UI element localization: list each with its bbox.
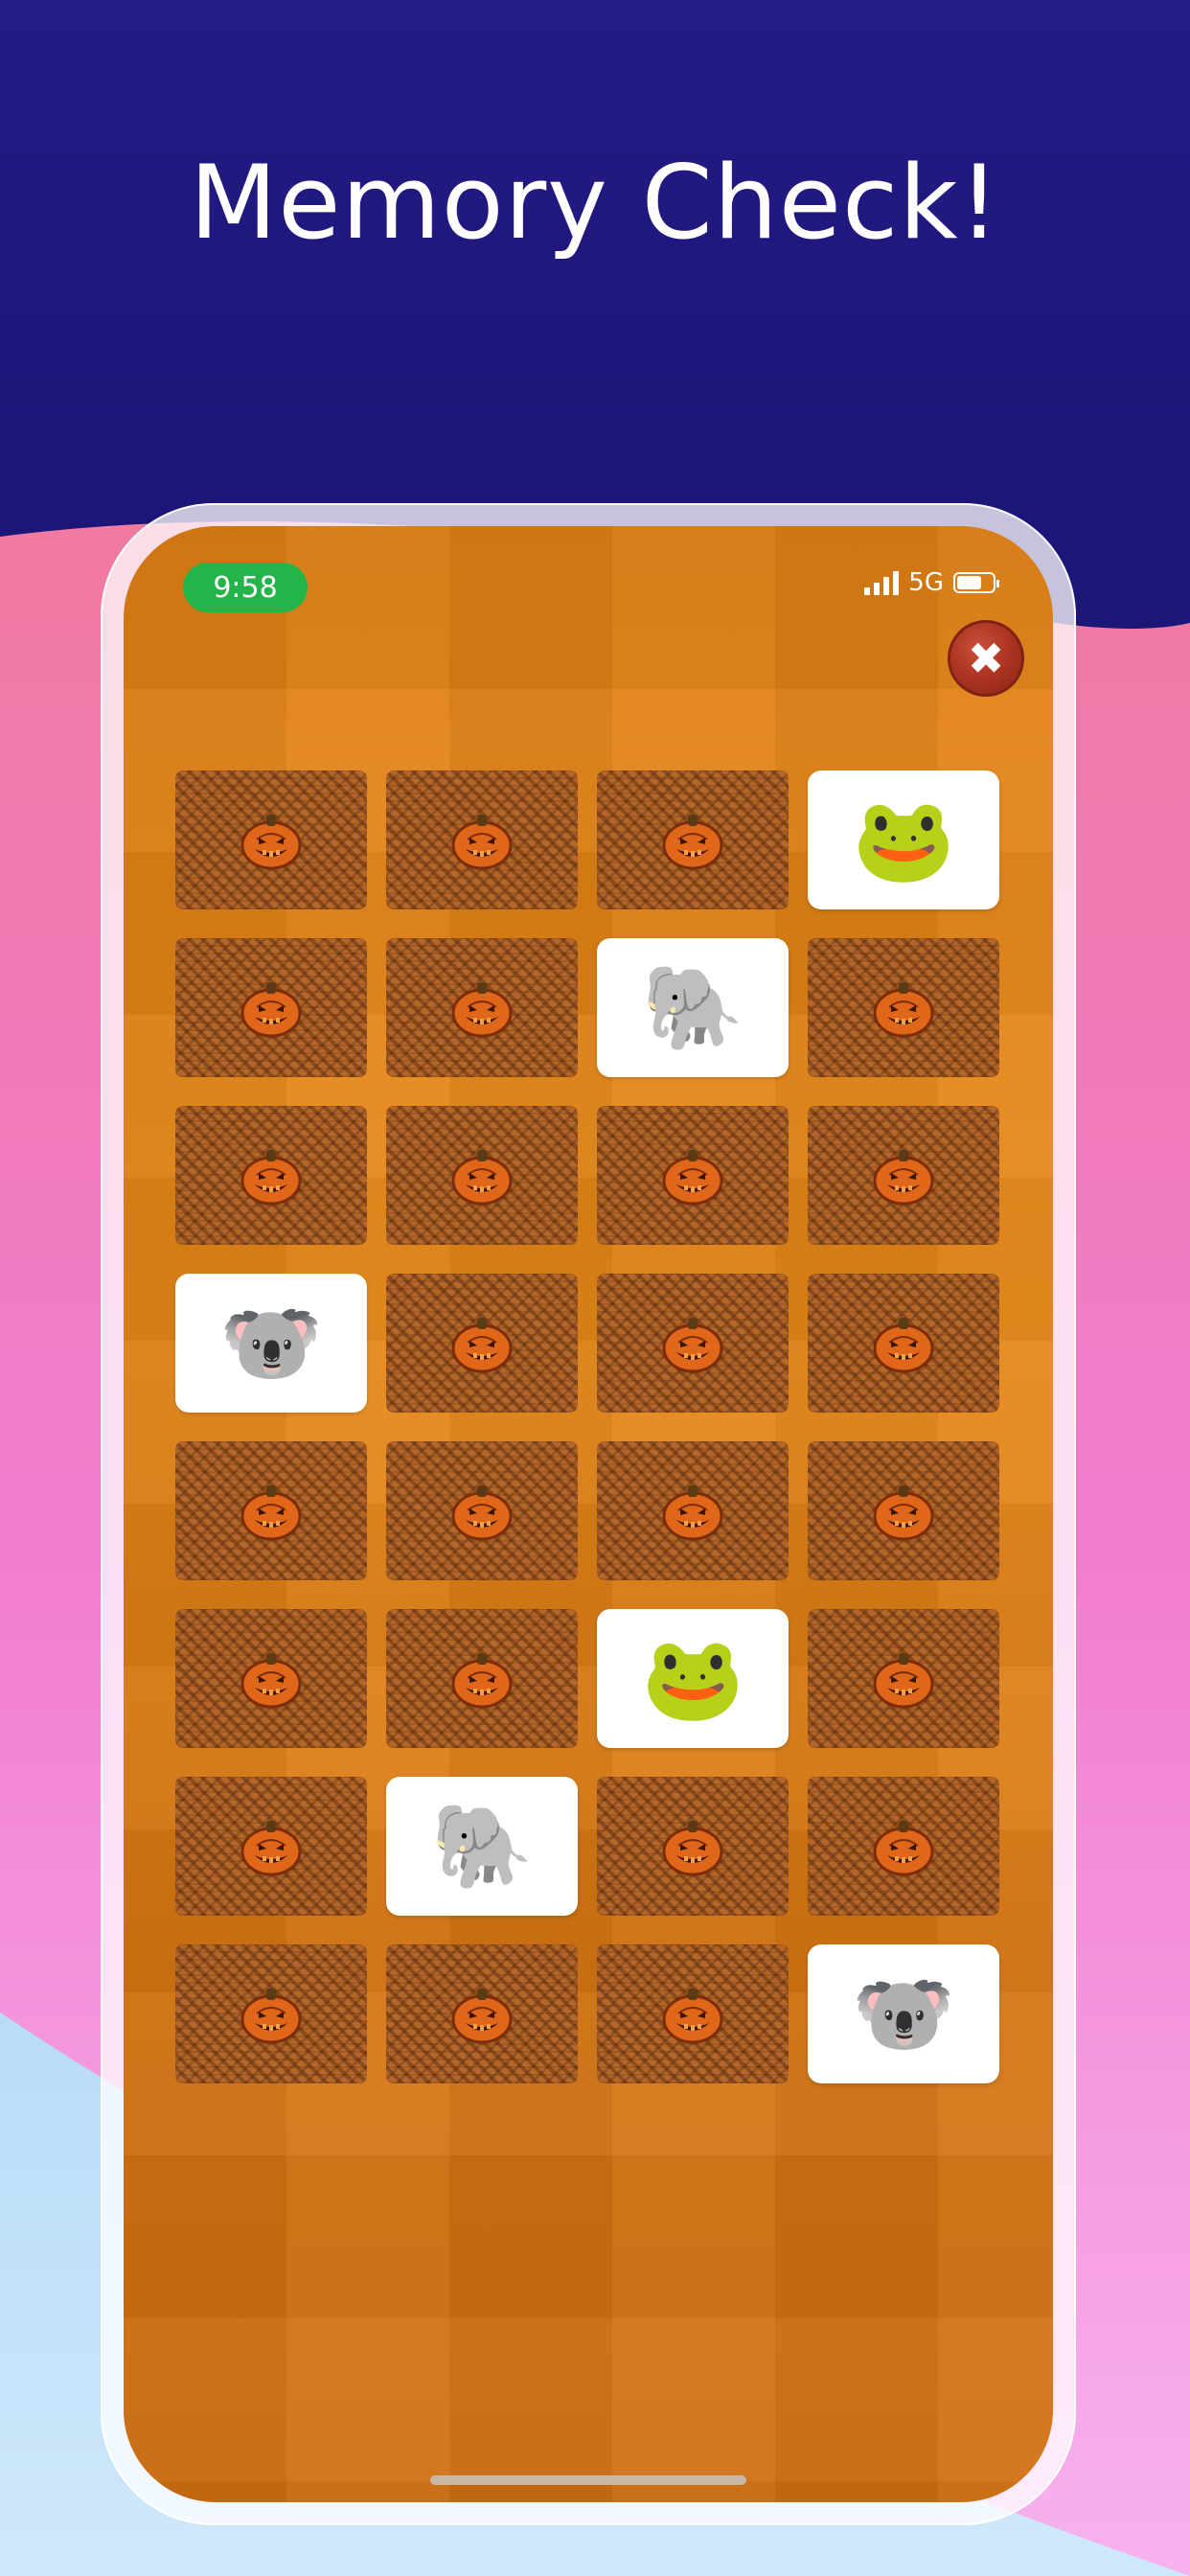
pumpkin-icon xyxy=(661,1146,724,1206)
pumpkin-icon xyxy=(450,1649,514,1709)
memory-card-hidden[interactable] xyxy=(597,770,789,909)
pumpkin-icon xyxy=(661,811,724,870)
memory-card-hidden[interactable] xyxy=(175,1944,367,2083)
memory-card-hidden[interactable] xyxy=(386,1441,578,1580)
memory-card-hidden[interactable] xyxy=(175,1609,367,1748)
pumpkin-icon xyxy=(450,978,514,1038)
memory-card-hidden[interactable] xyxy=(808,1274,999,1413)
pumpkin-icon xyxy=(450,1146,514,1206)
memory-card-hidden[interactable] xyxy=(386,770,578,909)
memory-card-hidden[interactable] xyxy=(808,1441,999,1580)
card-grid: 🐸 🐘 🐨 🐸 🐘 🐨 xyxy=(175,770,999,2083)
battery-icon xyxy=(953,572,999,593)
pumpkin-icon xyxy=(661,1985,724,2044)
frog-icon: 🐸 xyxy=(641,1630,744,1727)
headline: Memory Check! xyxy=(189,144,1001,262)
pumpkin-icon xyxy=(661,1817,724,1876)
memory-card-hidden[interactable] xyxy=(386,1944,578,2083)
status-time: 9:58 xyxy=(183,563,308,612)
memory-card-revealed[interactable]: 🐸 xyxy=(597,1609,789,1748)
pumpkin-icon xyxy=(450,811,514,870)
close-button[interactable]: ✖ xyxy=(948,620,1024,697)
memory-card-hidden[interactable] xyxy=(386,1274,578,1413)
pumpkin-icon xyxy=(240,1649,303,1709)
memory-card-hidden[interactable] xyxy=(597,1944,789,2083)
pumpkin-icon xyxy=(872,978,935,1038)
pumpkin-icon xyxy=(450,1482,514,1541)
close-icon: ✖ xyxy=(967,632,1005,684)
memory-card-revealed[interactable]: 🐨 xyxy=(808,1944,999,2083)
memory-card-hidden[interactable] xyxy=(597,1274,789,1413)
memory-card-revealed[interactable]: 🐘 xyxy=(386,1777,578,1916)
phone-frame: 9:58 5G ✖ 🐸 🐘 🐨 🐸 🐘 🐨 xyxy=(101,503,1076,2525)
memory-card-hidden[interactable] xyxy=(808,1106,999,1245)
memory-card-hidden[interactable] xyxy=(175,938,367,1077)
pumpkin-icon xyxy=(872,1649,935,1709)
memory-card-hidden[interactable] xyxy=(597,1441,789,1580)
memory-card-hidden[interactable] xyxy=(175,1777,367,1916)
pumpkin-icon xyxy=(450,1314,514,1373)
memory-card-hidden[interactable] xyxy=(597,1777,789,1916)
memory-card-revealed[interactable]: 🐨 xyxy=(175,1274,367,1413)
game-screen: 9:58 5G ✖ 🐸 🐘 🐨 🐸 🐘 🐨 xyxy=(124,526,1053,2502)
elephant-icon: 🐘 xyxy=(641,959,744,1056)
elephant-icon: 🐘 xyxy=(430,1798,534,1895)
memory-card-hidden[interactable] xyxy=(175,770,367,909)
pumpkin-icon xyxy=(872,1482,935,1541)
pumpkin-icon xyxy=(872,1817,935,1876)
pumpkin-icon xyxy=(661,1482,724,1541)
koala-icon: 🐨 xyxy=(219,1295,323,1392)
pumpkin-icon xyxy=(240,1985,303,2044)
pumpkin-icon xyxy=(450,1985,514,2044)
pumpkin-icon xyxy=(661,1314,724,1373)
memory-card-hidden[interactable] xyxy=(386,1106,578,1245)
status-indicators: 5G xyxy=(864,568,999,597)
memory-card-hidden[interactable] xyxy=(386,1609,578,1748)
memory-card-revealed[interactable]: 🐘 xyxy=(597,938,789,1077)
pumpkin-icon xyxy=(240,811,303,870)
memory-card-hidden[interactable] xyxy=(808,938,999,1077)
koala-icon: 🐨 xyxy=(852,1966,955,2062)
frog-icon: 🐸 xyxy=(852,792,955,888)
home-indicator[interactable] xyxy=(430,2475,746,2485)
memory-card-hidden[interactable] xyxy=(386,938,578,1077)
pumpkin-icon xyxy=(240,978,303,1038)
memory-card-hidden[interactable] xyxy=(808,1609,999,1748)
signal-icon xyxy=(864,570,900,595)
pumpkin-icon xyxy=(872,1314,935,1373)
battery-level xyxy=(957,576,981,589)
pumpkin-icon xyxy=(240,1817,303,1876)
memory-card-hidden[interactable] xyxy=(808,1777,999,1916)
memory-card-hidden[interactable] xyxy=(597,1106,789,1245)
memory-card-hidden[interactable] xyxy=(175,1441,367,1580)
network-label: 5G xyxy=(908,568,944,597)
pumpkin-icon xyxy=(240,1482,303,1541)
memory-card-revealed[interactable]: 🐸 xyxy=(808,770,999,909)
pumpkin-icon xyxy=(872,1146,935,1206)
pumpkin-icon xyxy=(240,1146,303,1206)
memory-card-hidden[interactable] xyxy=(175,1106,367,1245)
